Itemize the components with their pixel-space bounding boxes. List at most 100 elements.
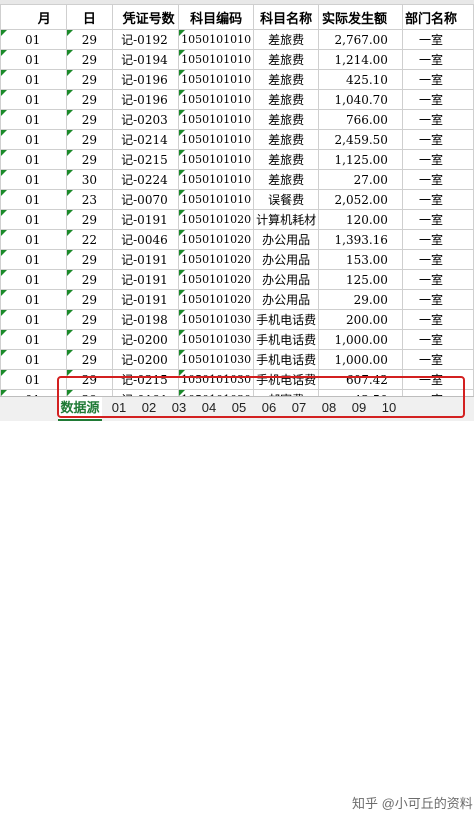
cell-department[interactable]: 一室: [401, 309, 474, 330]
cell-account-name[interactable]: 办公用品: [253, 289, 320, 310]
tab-04[interactable]: 04: [196, 397, 222, 419]
cell-day[interactable]: 29: [65, 289, 114, 310]
cell-account-code[interactable]: 1050101010: [178, 189, 255, 210]
cell-department[interactable]: 一室: [401, 329, 474, 350]
cell-department[interactable]: 一室: [401, 289, 474, 310]
cell-department[interactable]: 一室: [401, 269, 474, 290]
cell-account-code[interactable]: 1050101030: [178, 369, 255, 390]
cell-month[interactable]: 01: [0, 69, 67, 90]
cell-month[interactable]: 01: [0, 269, 67, 290]
header-cell-account-code[interactable]: 科目编码: [178, 4, 255, 30]
cell-amount[interactable]: 27.00: [318, 169, 403, 190]
cell-day[interactable]: 29: [65, 129, 114, 150]
cell-account-code[interactable]: 1050101020: [178, 269, 255, 290]
cell-voucher[interactable]: 记-0203: [112, 109, 180, 130]
cell-account-name[interactable]: 差旅费: [253, 129, 320, 150]
cell-amount[interactable]: 29.00: [318, 289, 403, 310]
cell-account-name[interactable]: 计算机耗材: [253, 209, 320, 230]
tab-06[interactable]: 06: [256, 397, 282, 419]
cell-voucher[interactable]: 记-0070: [112, 189, 180, 210]
cell-department[interactable]: 一室: [401, 209, 474, 230]
cell-voucher[interactable]: 记-0224: [112, 169, 180, 190]
cell-amount[interactable]: 120.00: [318, 209, 403, 230]
tab-data-source[interactable]: 数据源: [58, 397, 102, 421]
cell-account-name[interactable]: 办公用品: [253, 249, 320, 270]
cell-month[interactable]: 01: [0, 149, 67, 170]
cell-amount[interactable]: 200.00: [318, 309, 403, 330]
cell-month[interactable]: 01: [0, 329, 67, 350]
cell-month[interactable]: 01: [0, 209, 67, 230]
cell-department[interactable]: 一室: [401, 169, 474, 190]
cell-account-code[interactable]: 1050101010: [178, 169, 255, 190]
cell-department[interactable]: 一室: [401, 129, 474, 150]
cell-department[interactable]: 一室: [401, 109, 474, 130]
cell-day[interactable]: 29: [65, 109, 114, 130]
tab-01[interactable]: 01: [106, 397, 132, 419]
cell-month[interactable]: 01: [0, 109, 67, 130]
cell-voucher[interactable]: 记-0198: [112, 309, 180, 330]
cell-month[interactable]: 01: [0, 49, 67, 70]
header-cell-amount[interactable]: 实际发生额: [318, 4, 403, 30]
cell-day[interactable]: 29: [65, 309, 114, 330]
cell-account-name[interactable]: 差旅费: [253, 89, 320, 110]
tab-02[interactable]: 02: [136, 397, 162, 419]
cell-amount[interactable]: 2,052.00: [318, 189, 403, 210]
cell-account-code[interactable]: 1050101020: [178, 229, 255, 250]
cell-day[interactable]: 29: [65, 249, 114, 270]
tab-09[interactable]: 09: [346, 397, 372, 419]
cell-voucher[interactable]: 记-0191: [112, 209, 180, 230]
tab-scroll-area[interactable]: [0, 397, 56, 421]
cell-amount[interactable]: 153.00: [318, 249, 403, 270]
cell-account-name[interactable]: 差旅费: [253, 109, 320, 130]
cell-account-name[interactable]: 误餐费: [253, 189, 320, 210]
cell-account-code[interactable]: 1050101030: [178, 349, 255, 370]
cell-day[interactable]: 29: [65, 209, 114, 230]
cell-amount[interactable]: 1,000.00: [318, 349, 403, 370]
cell-account-name[interactable]: 差旅费: [253, 69, 320, 90]
cell-department[interactable]: 一室: [401, 29, 474, 50]
cell-department[interactable]: 一室: [401, 49, 474, 70]
cell-account-name[interactable]: 手机电话费: [253, 369, 320, 390]
cell-account-name[interactable]: 办公用品: [253, 269, 320, 290]
cell-department[interactable]: 一室: [401, 89, 474, 110]
cell-month[interactable]: 01: [0, 89, 67, 110]
cell-account-code[interactable]: 1050101010: [178, 129, 255, 150]
cell-month[interactable]: 01: [0, 229, 67, 250]
cell-amount[interactable]: 2,459.50: [318, 129, 403, 150]
cell-voucher[interactable]: 记-0214: [112, 129, 180, 150]
cell-day[interactable]: 30: [65, 169, 114, 190]
cell-day[interactable]: 29: [65, 149, 114, 170]
cell-account-name[interactable]: 办公用品: [253, 229, 320, 250]
tab-05[interactable]: 05: [226, 397, 252, 419]
cell-day[interactable]: 29: [65, 49, 114, 70]
tab-03[interactable]: 03: [166, 397, 192, 419]
cell-voucher[interactable]: 记-0191: [112, 269, 180, 290]
cell-department[interactable]: 一室: [401, 189, 474, 210]
cell-amount[interactable]: 1,000.00: [318, 329, 403, 350]
cell-amount[interactable]: 607.42: [318, 369, 403, 390]
cell-day[interactable]: 29: [65, 369, 114, 390]
cell-amount[interactable]: 1,214.00: [318, 49, 403, 70]
spreadsheet-grid[interactable]: 月 日 凭证号数 科目编码 科目名称 实际发生额 部门名称 01 29 记-0192…: [0, 0, 474, 396]
cell-voucher[interactable]: 记-0191: [112, 249, 180, 270]
cell-voucher[interactable]: 记-0046: [112, 229, 180, 250]
cell-account-name[interactable]: 差旅费: [253, 149, 320, 170]
cell-account-code[interactable]: 1050101020: [178, 249, 255, 270]
cell-voucher[interactable]: 记-0200: [112, 349, 180, 370]
cell-month[interactable]: 01: [0, 189, 67, 210]
cell-amount[interactable]: 1,393.16: [318, 229, 403, 250]
cell-day[interactable]: 29: [65, 269, 114, 290]
cell-account-code[interactable]: 1050101010: [178, 89, 255, 110]
cell-day[interactable]: 23: [65, 189, 114, 210]
cell-account-name[interactable]: 手机电话费: [253, 349, 320, 370]
cell-month[interactable]: 01: [0, 369, 67, 390]
cell-month[interactable]: 01: [0, 289, 67, 310]
cell-account-name[interactable]: 差旅费: [253, 49, 320, 70]
cell-day[interactable]: 29: [65, 89, 114, 110]
cell-account-code[interactable]: 1050101010: [178, 49, 255, 70]
cell-month[interactable]: 01: [0, 29, 67, 50]
cell-account-name[interactable]: 手机电话费: [253, 309, 320, 330]
cell-voucher[interactable]: 记-0191: [112, 289, 180, 310]
header-cell-day[interactable]: 日: [65, 4, 114, 30]
tab-10[interactable]: 10: [376, 397, 402, 419]
